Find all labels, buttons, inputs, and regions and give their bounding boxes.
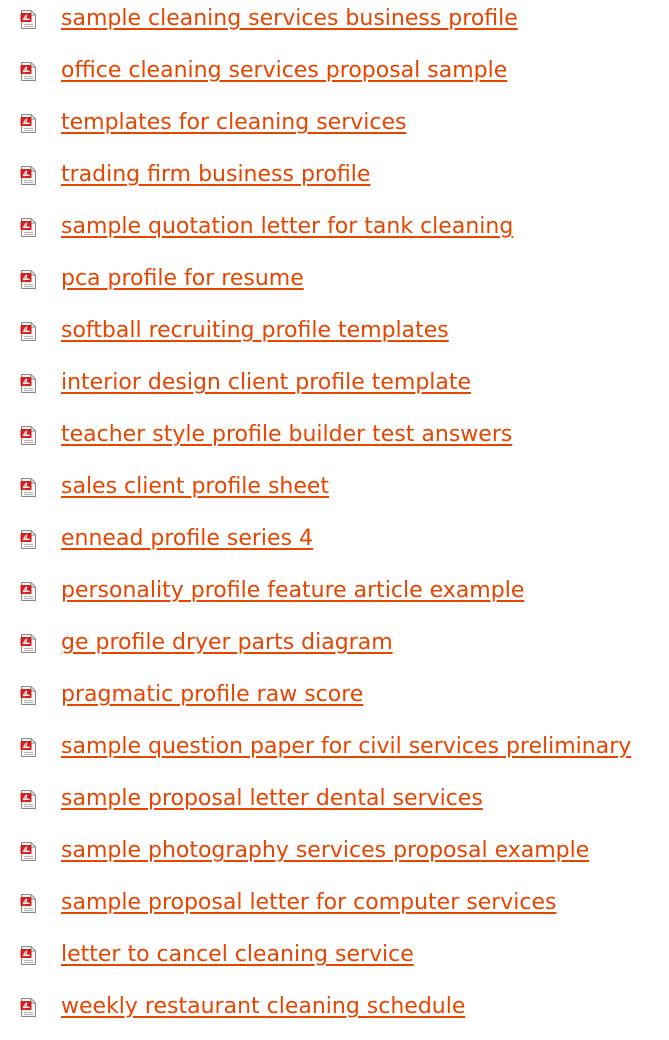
list-item: sales client profile sheet	[0, 468, 669, 520]
list-item: personality profile feature article exam…	[0, 572, 669, 624]
document-link[interactable]: softball recruiting profile templates	[61, 317, 449, 345]
pdf-file-icon	[20, 686, 37, 705]
list-item: sample photography services proposal exa…	[0, 832, 669, 884]
list-item: sample cleaning services business profil…	[0, 0, 669, 52]
document-link[interactable]: sample proposal letter dental services	[61, 785, 483, 813]
document-link[interactable]: personality profile feature article exam…	[61, 577, 524, 605]
pdf-file-icon	[20, 270, 37, 289]
document-link[interactable]: trading firm business profile	[61, 161, 370, 189]
document-link[interactable]: sample photography services proposal exa…	[61, 837, 589, 865]
document-link[interactable]: teacher style profile builder test answe…	[61, 421, 512, 449]
document-link[interactable]: sales client profile sheet	[61, 473, 329, 501]
document-link[interactable]: ge profile dryer parts diagram	[61, 629, 393, 657]
list-item: ennead profile series 4	[0, 520, 669, 572]
pdf-file-icon	[20, 10, 37, 29]
document-link[interactable]: pca profile for resume	[61, 265, 304, 293]
list-item: sample proposal letter for computer serv…	[0, 884, 669, 936]
list-item: ge profile dryer parts diagram	[0, 624, 669, 676]
list-item: office cleaning services proposal sample	[0, 52, 669, 104]
list-item: sample quotation letter for tank cleanin…	[0, 208, 669, 260]
pdf-file-icon	[20, 738, 37, 757]
pdf-file-icon	[20, 322, 37, 341]
list-item: sample question paper for civil services…	[0, 728, 669, 780]
document-link[interactable]: sample quotation letter for tank cleanin…	[61, 213, 513, 241]
pdf-file-icon	[20, 894, 37, 913]
pdf-file-icon	[20, 998, 37, 1017]
list-item: letter to cancel cleaning service	[0, 936, 669, 988]
list-item: trading firm business profile	[0, 156, 669, 208]
list-item: weekly restaurant cleaning schedule	[0, 988, 669, 1040]
document-link[interactable]: sample question paper for civil services…	[61, 733, 631, 761]
pdf-file-icon	[20, 166, 37, 185]
list-item: pragmatic profile raw score	[0, 676, 669, 728]
document-link[interactable]: sample proposal letter for computer serv…	[61, 889, 557, 917]
document-link[interactable]: weekly restaurant cleaning schedule	[61, 993, 465, 1021]
list-item: pca profile for resume	[0, 260, 669, 312]
pdf-file-icon	[20, 946, 37, 965]
document-link[interactable]: office cleaning services proposal sample	[61, 57, 507, 85]
document-link[interactable]: pragmatic profile raw score	[61, 681, 363, 709]
document-link[interactable]: sample cleaning services business profil…	[61, 5, 518, 33]
list-item: softball recruiting profile templates	[0, 312, 669, 364]
pdf-file-icon	[20, 426, 37, 445]
pdf-file-icon	[20, 62, 37, 81]
list-item: teacher style profile builder test answe…	[0, 416, 669, 468]
list-item: interior design client profile template	[0, 364, 669, 416]
pdf-file-icon	[20, 114, 37, 133]
pdf-file-icon	[20, 374, 37, 393]
pdf-file-icon	[20, 790, 37, 809]
document-link[interactable]: templates for cleaning services	[61, 109, 406, 137]
pdf-file-icon	[20, 842, 37, 861]
document-link-list: sample cleaning services business profil…	[0, 0, 669, 1040]
pdf-file-icon	[20, 478, 37, 497]
pdf-file-icon	[20, 582, 37, 601]
pdf-file-icon	[20, 530, 37, 549]
pdf-file-icon	[20, 634, 37, 653]
document-link[interactable]: ennead profile series 4	[61, 525, 313, 553]
list-item: templates for cleaning services	[0, 104, 669, 156]
list-item: sample proposal letter dental services	[0, 780, 669, 832]
document-link[interactable]: interior design client profile template	[61, 369, 471, 397]
document-link[interactable]: letter to cancel cleaning service	[61, 941, 414, 969]
pdf-file-icon	[20, 218, 37, 237]
